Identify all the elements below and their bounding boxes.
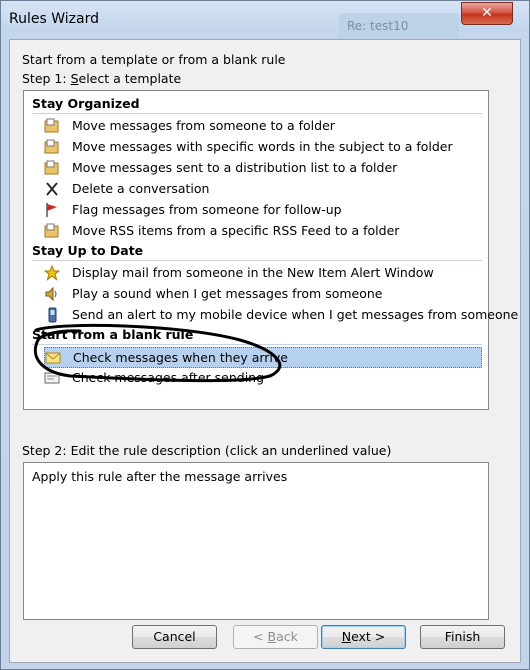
red-flag-icon bbox=[46, 203, 57, 217]
list-item[interactable]: Flag messages from someone for follow-up bbox=[44, 200, 480, 219]
list-item[interactable]: Display mail from someone in the New Ite… bbox=[44, 263, 480, 282]
list-item-label: Move messages with specific words in the… bbox=[72, 139, 453, 154]
rule-description-box[interactable]: Apply this rule after the message arrive… bbox=[23, 462, 489, 620]
list-item[interactable]: Send an alert to my mobile device when I… bbox=[44, 305, 518, 324]
list-item-label: Check messages after sending bbox=[72, 370, 265, 385]
move-folder-icon bbox=[44, 160, 59, 175]
next-rest: ext > bbox=[351, 629, 386, 644]
list-item-label: Flag messages from someone for follow-up bbox=[72, 202, 342, 217]
move-folder-icon bbox=[44, 139, 59, 154]
list-item-label: Move messages sent to a distribution lis… bbox=[72, 160, 398, 175]
rules-wizard-window: Re: test10 Rules Wizard ✕ Start from a t… bbox=[0, 0, 530, 670]
list-item[interactable]: Move messages with specific words in the… bbox=[44, 137, 480, 156]
rule-description-text: Apply this rule after the message arrive… bbox=[32, 469, 288, 484]
dialog-body: Start from a template or from a blank ru… bbox=[9, 39, 521, 663]
list-item-label: Move RSS items from a specific RSS Feed … bbox=[72, 223, 400, 238]
list-item[interactable]: Move messages from someone to a folder bbox=[44, 116, 480, 135]
group-stay-up-to-date: Stay Up to Date bbox=[32, 241, 482, 261]
sent-envelope-icon bbox=[44, 372, 60, 384]
background-window-tab: Re: test10 bbox=[339, 13, 459, 39]
step1-rest: elect a template bbox=[78, 71, 182, 86]
step1-accelerator: S bbox=[70, 71, 79, 86]
list-item[interactable]: Play a sound when I get messages from so… bbox=[44, 284, 480, 303]
intro-label: Start from a template or from a blank ru… bbox=[22, 52, 286, 67]
list-item-label: Send an alert to my mobile device when I… bbox=[72, 307, 519, 322]
move-folder-icon bbox=[44, 223, 59, 238]
group-blank-rule: Start from a blank rule bbox=[32, 325, 482, 345]
title-bar[interactable]: Re: test10 Rules Wizard ✕ bbox=[1, 1, 529, 39]
star-alert-icon bbox=[44, 265, 60, 281]
step2-label: Step 2: Edit the rule description (click… bbox=[22, 443, 392, 458]
list-item[interactable]: Move messages sent to a distribution lis… bbox=[44, 158, 480, 177]
move-folder-icon bbox=[44, 118, 59, 133]
close-icon[interactable]: ✕ bbox=[461, 2, 513, 25]
speaker-icon bbox=[45, 286, 57, 302]
next-button[interactable]: Next > bbox=[321, 625, 406, 649]
group-stay-organized: Stay Organized bbox=[32, 94, 482, 114]
back-rest: ack bbox=[276, 629, 298, 644]
list-item-label: Display mail from someone in the New Ite… bbox=[72, 265, 434, 280]
envelope-icon bbox=[45, 352, 61, 364]
delete-x-icon bbox=[46, 182, 58, 196]
step1-label: Step 1: Select a template bbox=[22, 71, 181, 86]
mobile-phone-icon bbox=[48, 307, 57, 323]
window-title: Rules Wizard bbox=[9, 11, 99, 27]
list-item-label: Delete a conversation bbox=[72, 181, 210, 196]
list-item-label: Move messages from someone to a folder bbox=[72, 118, 335, 133]
list-item-label: Play a sound when I get messages from so… bbox=[72, 286, 383, 301]
next-accelerator: N bbox=[341, 629, 352, 644]
template-list[interactable]: Stay Organized Move messages from someon… bbox=[23, 90, 518, 410]
list-item[interactable]: Check messages after sending bbox=[44, 368, 480, 387]
list-item-label: Check messages when they arrive bbox=[73, 350, 288, 365]
finish-button[interactable]: Finish bbox=[420, 625, 505, 649]
cancel-button[interactable]: Cancel bbox=[132, 625, 217, 649]
back-button[interactable]: < Back bbox=[233, 625, 318, 649]
list-item[interactable]: Delete a conversation bbox=[44, 179, 480, 198]
back-accelerator: B bbox=[267, 629, 277, 644]
list-item[interactable]: Move RSS items from a specific RSS Feed … bbox=[44, 221, 480, 240]
back-arrow: < bbox=[253, 629, 268, 644]
step1-prefix: Step 1: bbox=[22, 71, 71, 86]
list-item-selected[interactable]: Check messages when they arrive bbox=[44, 347, 482, 368]
